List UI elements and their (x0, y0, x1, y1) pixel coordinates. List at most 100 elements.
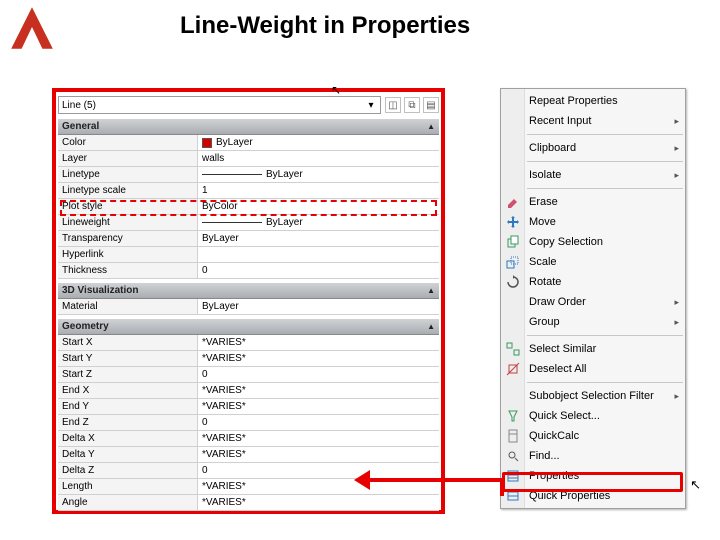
property-value: 1 (202, 185, 208, 196)
property-value-cell[interactable]: 0 (198, 367, 439, 382)
menu-item-recent-input[interactable]: Recent Input (501, 111, 685, 131)
property-label: Start X (58, 335, 198, 350)
property-row[interactable]: End Z 0 (58, 415, 439, 431)
group-header[interactable]: Geometry ▲ (58, 318, 439, 335)
property-row[interactable]: Transparency ByLayer (58, 231, 439, 247)
menu-item-move[interactable]: Move (501, 212, 685, 232)
annotation-arrow (364, 478, 504, 482)
property-row[interactable]: ColorByLayer (58, 135, 439, 151)
menu-item-erase[interactable]: Erase (501, 192, 685, 212)
property-value-cell[interactable]: ByColor (198, 199, 439, 214)
menu-item-label: Draw Order (529, 296, 586, 308)
menu-item-isolate[interactable]: Isolate (501, 165, 685, 185)
property-row[interactable]: Delta Y*VARIES* (58, 447, 439, 463)
selection-combo[interactable]: Line (5) ▾ (58, 96, 381, 114)
property-row[interactable]: Angle *VARIES* (58, 495, 439, 511)
menu-item-label: Group (529, 316, 560, 328)
property-value: 0 (202, 369, 208, 380)
property-value-cell[interactable]: ByLayer (198, 215, 439, 230)
menu-item-quick-select[interactable]: Quick Select... (501, 406, 685, 426)
property-label: Delta Y (58, 447, 198, 462)
property-value-cell[interactable] (198, 247, 439, 262)
collapse-caret-icon[interactable]: ▲ (427, 122, 435, 131)
menu-item-quickcalc[interactable]: QuickCalc (501, 426, 685, 446)
group-title: Geometry (62, 321, 109, 332)
menu-item-label: Scale (529, 256, 557, 268)
quick-select-icon[interactable]: ◫ (385, 97, 401, 113)
property-value-cell[interactable]: *VARIES* (198, 335, 439, 350)
menu-item-label: Quick Properties (529, 490, 610, 502)
menu-item-label: Find... (529, 450, 560, 462)
property-value: ByColor (202, 201, 238, 212)
menu-item-properties[interactable]: Properties (501, 466, 685, 486)
menu-separator (527, 161, 683, 162)
property-row[interactable]: Layerwalls (58, 151, 439, 167)
property-label: Layer (58, 151, 198, 166)
annotation-arrow-head (354, 470, 370, 490)
property-value-cell[interactable]: 0 (198, 415, 439, 430)
property-value: *VARIES* (202, 481, 246, 492)
menu-item-deselect-all[interactable]: Deselect All (501, 359, 685, 379)
property-row[interactable]: Hyperlink (58, 247, 439, 263)
property-value-cell[interactable]: *VARIES* (198, 383, 439, 398)
menu-item-select-similar[interactable]: Select Similar (501, 339, 685, 359)
property-row[interactable]: Linetype scale 1 (58, 183, 439, 199)
menu-item-repeat-properties[interactable]: Repeat Properties (501, 91, 685, 111)
property-value: 0 (202, 417, 208, 428)
desel-icon (505, 361, 521, 377)
menu-item-subobject-selection-filter[interactable]: Subobject Selection Filter (501, 386, 685, 406)
menu-item-group[interactable]: Group (501, 312, 685, 332)
menu-item-copy-selection[interactable]: Copy Selection (501, 232, 685, 252)
property-value-cell[interactable]: ByLayer (198, 135, 439, 150)
property-value-cell[interactable]: 0 (198, 463, 439, 478)
select-objects-icon[interactable]: ⧉ (404, 97, 420, 113)
property-value-cell[interactable]: *VARIES* (198, 431, 439, 446)
property-row[interactable]: Thickness0 (58, 263, 439, 279)
menu-item-label: Erase (529, 196, 558, 208)
toggle-pick-icon[interactable]: ▤ (423, 97, 439, 113)
property-row[interactable]: Start X*VARIES* (58, 335, 439, 351)
collapse-caret-icon[interactable]: ▲ (427, 322, 435, 331)
property-value: *VARIES* (202, 497, 246, 508)
chevron-down-icon[interactable]: ▾ (363, 100, 379, 111)
group-header[interactable]: 3D Visualization▲ (58, 282, 439, 299)
property-row[interactable]: LineweightByLayer (58, 215, 439, 231)
property-label: Transparency (58, 231, 198, 246)
property-value-cell[interactable]: 1 (198, 183, 439, 198)
property-label: Length (58, 479, 198, 494)
property-row[interactable]: Start Y*VARIES* (58, 351, 439, 367)
menu-item-draw-order[interactable]: Draw Order (501, 292, 685, 312)
menu-item-find[interactable]: Find... (501, 446, 685, 466)
menu-item-clipboard[interactable]: Clipboard (501, 138, 685, 158)
property-row[interactable]: End Y*VARIES* (58, 399, 439, 415)
property-value-cell[interactable]: 0 (198, 263, 439, 278)
property-value-cell[interactable]: *VARIES* (198, 447, 439, 462)
property-row[interactable]: LinetypeByLayer (58, 167, 439, 183)
menu-item-quick-properties[interactable]: Quick Properties (501, 486, 685, 506)
property-row[interactable]: Start Z0 (58, 367, 439, 383)
property-row[interactable]: Delta Z0 (58, 463, 439, 479)
property-value-cell[interactable]: ByLayer (198, 231, 439, 246)
property-row[interactable]: End X*VARIES* (58, 383, 439, 399)
property-value-cell[interactable]: *VARIES* (198, 495, 439, 510)
group-header[interactable]: General▲ (58, 118, 439, 135)
property-value: ByLayer (202, 233, 239, 244)
property-row[interactable]: Delta X*VARIES* (58, 431, 439, 447)
property-label: End Z (58, 415, 198, 430)
property-label: Angle (58, 495, 198, 510)
menu-item-label: Rotate (529, 276, 561, 288)
property-row[interactable]: Plot styleByColor (58, 199, 439, 215)
property-value-cell[interactable]: *VARIES* (198, 351, 439, 366)
property-value-cell[interactable]: ByLayer (198, 167, 439, 182)
property-label: Linetype scale (58, 183, 198, 198)
menu-separator (527, 335, 683, 336)
collapse-caret-icon[interactable]: ▲ (427, 286, 435, 295)
property-value-cell[interactable]: *VARIES* (198, 399, 439, 414)
scale-icon (505, 254, 521, 270)
page-title: Line-Weight in Properties (180, 12, 470, 40)
property-row[interactable]: MaterialByLayer (58, 299, 439, 315)
property-value-cell[interactable]: ByLayer (198, 299, 439, 314)
menu-item-rotate[interactable]: Rotate (501, 272, 685, 292)
property-value-cell[interactable]: walls (198, 151, 439, 166)
menu-item-scale[interactable]: Scale (501, 252, 685, 272)
